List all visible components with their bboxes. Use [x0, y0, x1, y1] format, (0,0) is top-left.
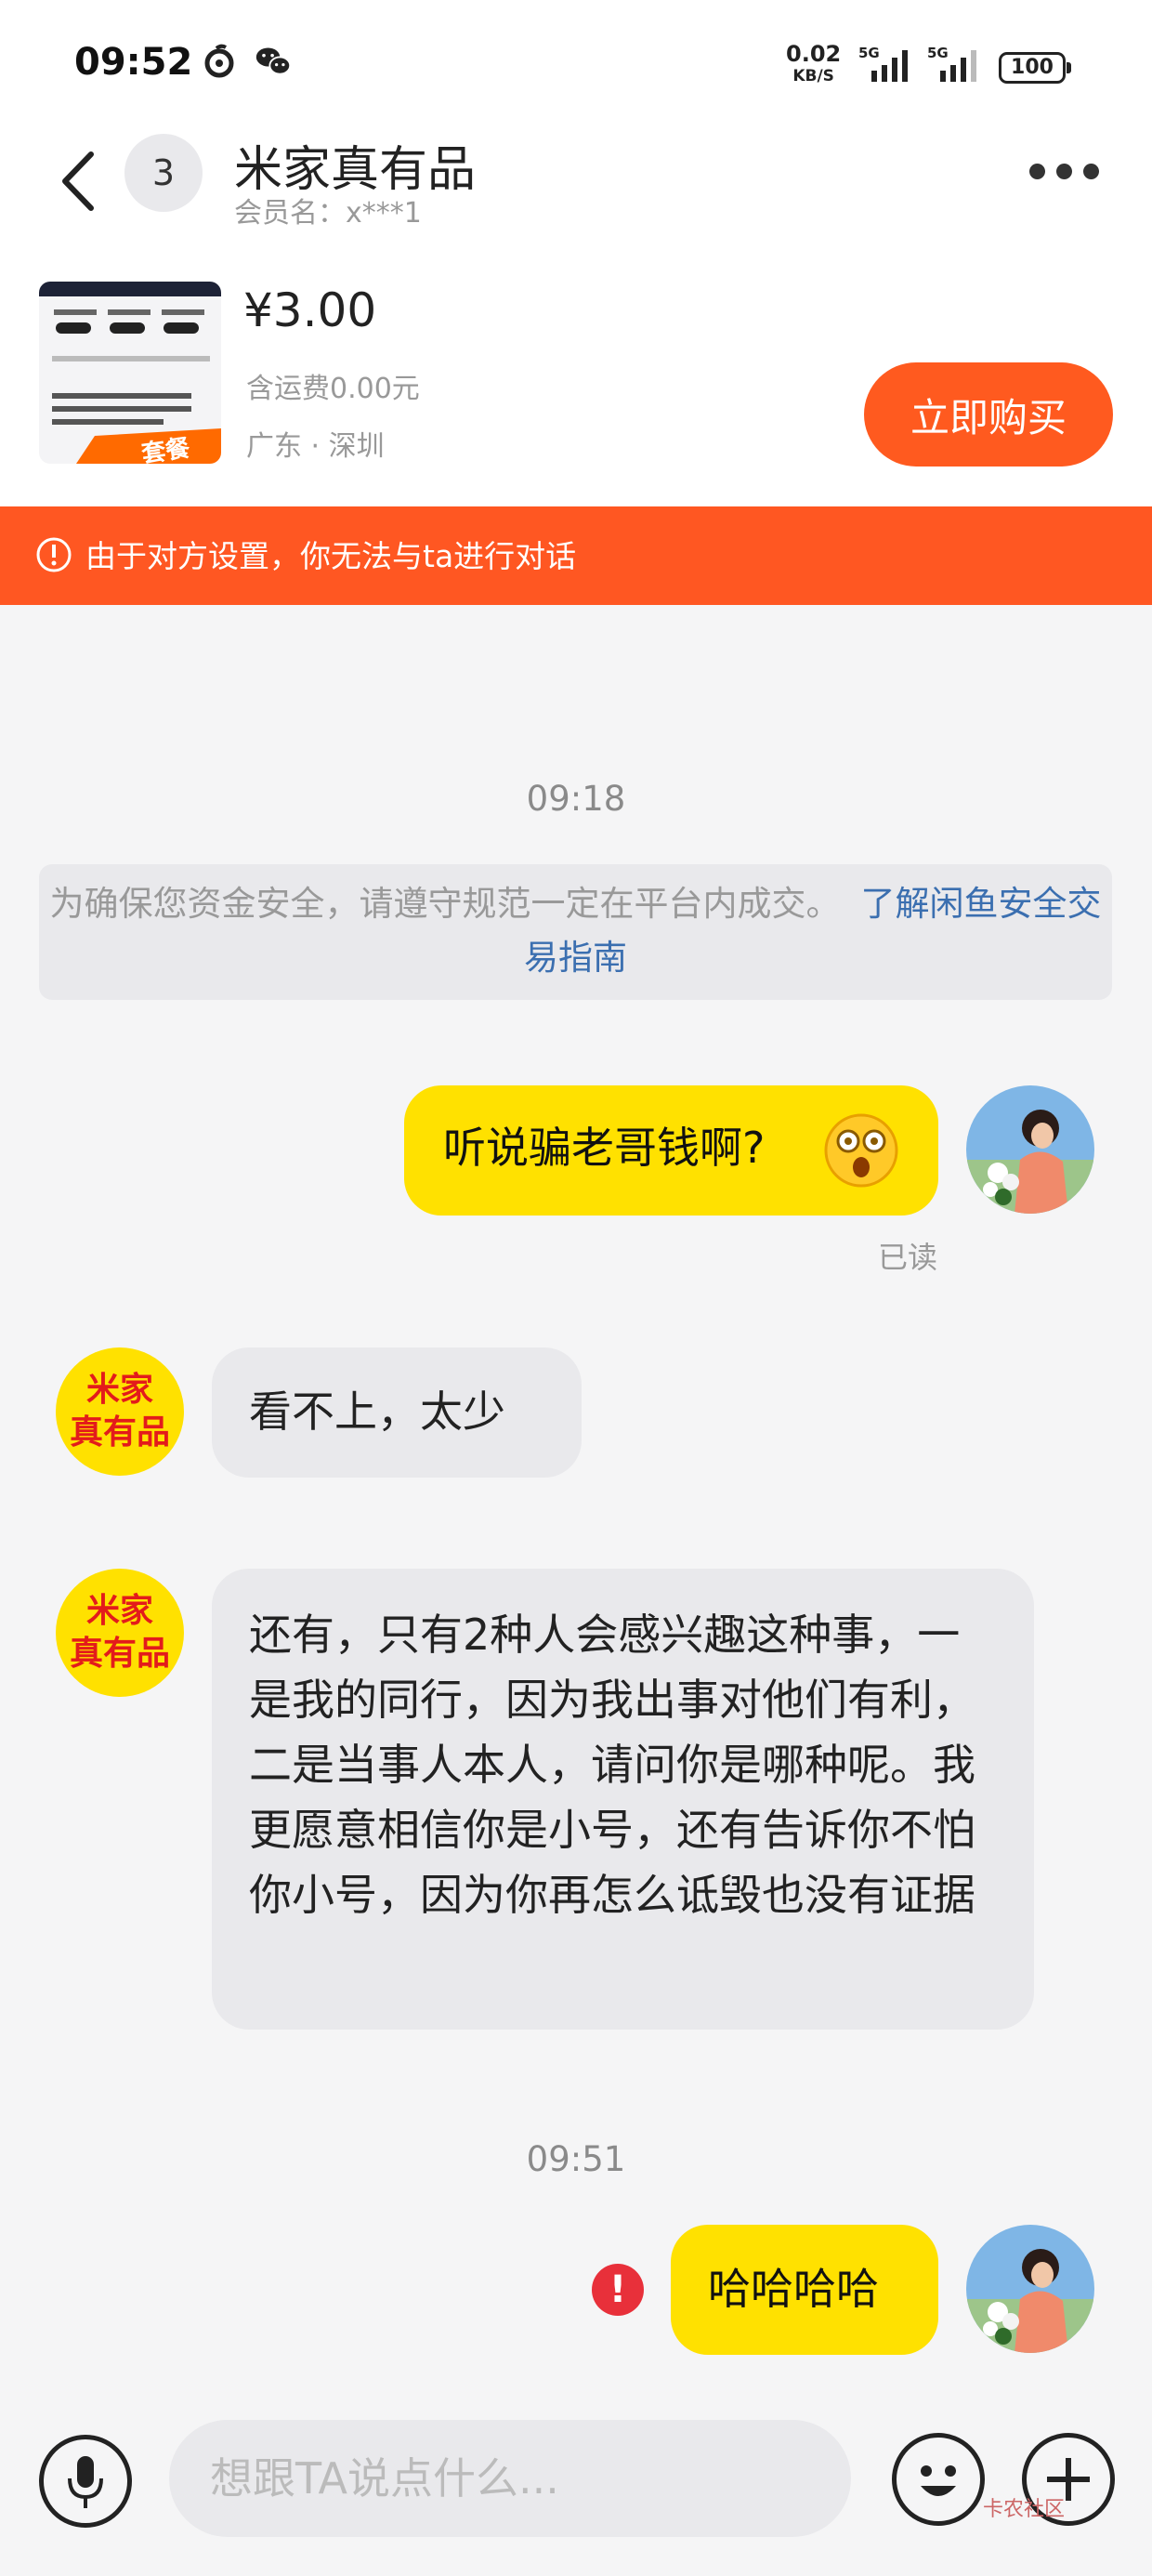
signal-icon: 5G — [927, 45, 976, 82]
timestamp: 09:18 — [526, 779, 626, 819]
user-avatar[interactable] — [966, 1085, 1094, 1214]
product-card: 套餐 ¥3.00 含运费0.00元 广东 · 深圳 立即购买 — [0, 246, 1152, 506]
svg-text:5G: 5G — [858, 45, 880, 61]
battery-indicator: 100 — [999, 52, 1071, 84]
timestamp: 09:51 — [526, 2139, 626, 2179]
input-bar — [0, 2379, 1152, 2576]
thumb-label: 套餐 — [139, 434, 192, 464]
member-name: 会员名：x***1 — [234, 197, 422, 230]
network-speed: 0.02 KB/S — [786, 41, 842, 85]
message-input[interactable] — [169, 2420, 851, 2537]
shocked-emoji-icon — [824, 1113, 898, 1188]
seller-message-bubble[interactable]: 看不上，太少 — [212, 1347, 582, 1478]
status-time: 09:52 — [74, 41, 193, 84]
banner-text: 由于对方设置，你无法与ta进行对话 — [85, 538, 577, 574]
netease-music-icon — [204, 44, 234, 78]
buy-now-button[interactable]: 立即购买 — [864, 362, 1113, 467]
message-text: 还有，只有2种人会感兴趣这种事，一是我的同行，因为我出事对他们有利，二是当事人本… — [249, 1610, 975, 1920]
safety-notice: 为确保您资金安全，请遵守规范一定在平台内成交。 了解闲鱼安全交易指南 — [39, 864, 1112, 1000]
unread-count-badge: 3 — [124, 134, 203, 212]
send-failed-icon[interactable]: ! — [592, 2264, 644, 2316]
my-message-bubble[interactable]: 哈哈哈哈 — [671, 2225, 938, 2355]
watermark: 卡农社区 — [983, 2498, 1066, 2521]
product-price: ¥3.00 — [243, 283, 377, 337]
read-receipt: 已读 — [878, 1240, 938, 1275]
svg-text:5G: 5G — [927, 45, 949, 61]
alert-circle-icon — [36, 537, 72, 572]
microphone-icon[interactable] — [39, 2435, 132, 2528]
message-text: 听说骗老哥钱啊? — [443, 1123, 766, 1173]
seller-message-bubble[interactable]: 还有，只有2种人会感兴趣这种事，一是我的同行，因为我出事对他们有利，二是当事人本… — [212, 1569, 1034, 2030]
message-text: 哈哈哈哈 — [708, 2264, 879, 2314]
product-thumbnail[interactable]: 套餐 — [39, 282, 221, 464]
user-avatar[interactable] — [966, 2225, 1094, 2353]
status-bar: 09:52 0.02 KB/S 5G 5G 100 — [0, 0, 1152, 130]
my-message-bubble[interactable]: 听说骗老哥钱啊? — [404, 1085, 938, 1216]
seller-avatar[interactable]: 米家 真有品 — [56, 1347, 184, 1476]
wechat-icon — [255, 47, 292, 75]
shipping-fee: 含运费0.00元 — [246, 373, 420, 405]
signal-icon: 5G — [858, 45, 908, 82]
product-location: 广东 · 深圳 — [246, 430, 385, 463]
chat-header: 3 米家真有品 会员名：x***1 — [0, 130, 1152, 246]
restriction-banner: 由于对方设置，你无法与ta进行对话 — [0, 506, 1152, 605]
seller-avatar[interactable]: 米家 真有品 — [56, 1569, 184, 1697]
more-horizontal-icon[interactable] — [1029, 164, 1100, 182]
message-text: 看不上，太少 — [249, 1387, 505, 1437]
smiley-icon[interactable] — [892, 2433, 985, 2526]
notice-text: 为确保您资金安全，请遵守规范一定在平台内成交。 — [49, 884, 841, 924]
chevron-left-icon[interactable] — [56, 149, 102, 214]
